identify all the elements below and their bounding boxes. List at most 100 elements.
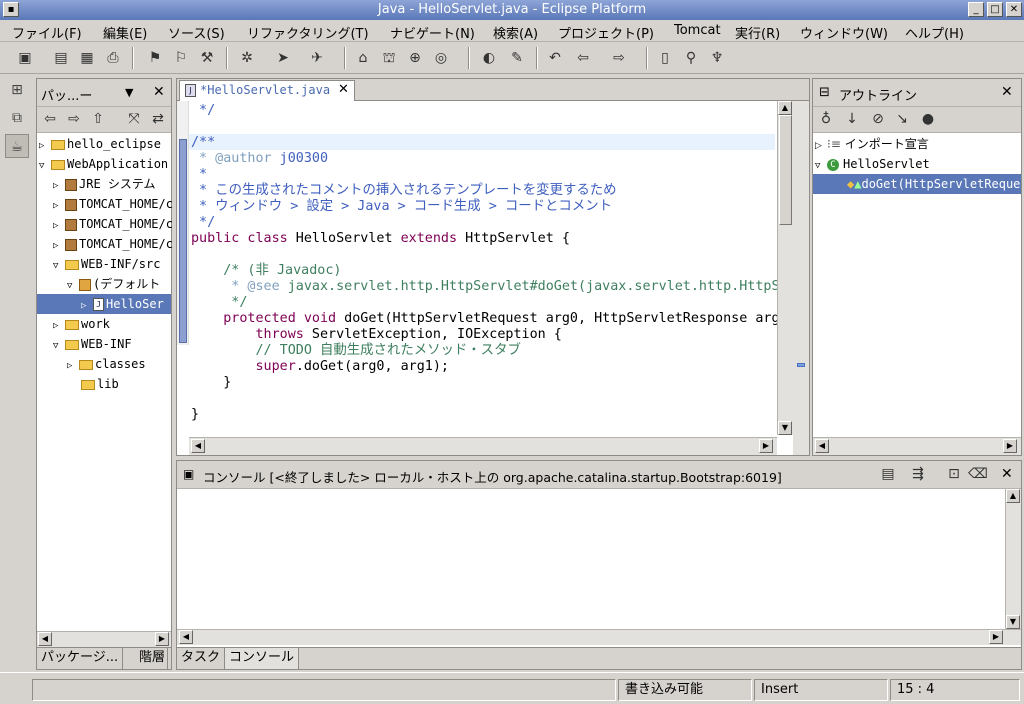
outline-item-imports[interactable]: ▷ ⁝≡ インポート宣言 [815, 134, 929, 154]
scroll-left-icon[interactable]: ◀ [179, 630, 193, 644]
scroll-right-icon[interactable]: ▶ [989, 630, 1003, 644]
resource-perspective-icon[interactable]: ⧉ [5, 106, 29, 130]
package-explorer-hscroll[interactable]: ◀ ▶ [37, 631, 171, 647]
save-all-icon[interactable]: ▦ [76, 48, 98, 68]
code-line[interactable]: */ [191, 295, 247, 311]
scroll-lock-icon[interactable]: ⊡ [943, 464, 965, 484]
display-selected-console-icon[interactable]: ⇶ [907, 464, 929, 484]
back-icon[interactable]: ⇦ [572, 48, 594, 68]
scroll-down-icon[interactable]: ▼ [778, 421, 792, 435]
code-line[interactable]: super.doGet(arg0, arg1); [191, 359, 449, 375]
close-console-icon[interactable]: ✕ [1001, 466, 1013, 482]
scroll-up-icon[interactable]: ▲ [1006, 489, 1020, 503]
code-line[interactable]: */ [191, 215, 215, 231]
scroll-down-icon[interactable]: ▼ [1006, 615, 1020, 629]
tree-item-web-inf-src[interactable]: ▽ WEB-INF/src [53, 254, 160, 274]
console-vscroll[interactable]: ▲ ▼ [1005, 489, 1021, 629]
save-icon[interactable]: ▤ [50, 48, 72, 68]
tree-item-jre[interactable]: ▷ JRE システム [53, 174, 156, 194]
menu-navigate[interactable]: ナビゲート(N) [390, 23, 475, 42]
scroll-right-icon[interactable]: ▶ [759, 439, 773, 453]
sort-alpha-icon[interactable]: ↓ [841, 109, 863, 129]
show-source-icon[interactable]: ▯ [654, 48, 676, 68]
outline-hscroll[interactable]: ◀ ▶ [813, 437, 1021, 455]
menu-refactor[interactable]: リファクタリング(T) [247, 23, 369, 42]
tree-item-classes[interactable]: ▷ classes [67, 354, 146, 374]
forward-nav-icon[interactable]: ⇨ [63, 109, 85, 129]
open-perspective-icon[interactable]: ⊞ [5, 78, 29, 102]
last-edit-icon[interactable]: ↶ [544, 48, 566, 68]
editor-vscroll[interactable]: ▲ ▼ [777, 101, 793, 435]
new-class-dropdown-icon[interactable]: ◎ [430, 48, 452, 68]
view-menu-icon[interactable]: ▼ [125, 86, 133, 99]
hide-static-icon[interactable]: ↘ [891, 109, 913, 129]
menu-source[interactable]: ソース(S) [168, 23, 225, 42]
tab-tasks[interactable]: タスク [177, 648, 226, 669]
forward-icon[interactable]: ⇨ [608, 48, 630, 68]
code-line[interactable]: * この生成されたコメントの挿入されるテンプレートを変更するため [191, 183, 616, 199]
search-icon[interactable]: ✎ [506, 48, 528, 68]
tree-item-work[interactable]: ▷ work [53, 314, 110, 334]
code-line[interactable]: } [191, 375, 231, 391]
outline-item-class[interactable]: ▽ C HelloServlet [815, 154, 930, 174]
scroll-right-icon[interactable]: ▶ [1003, 439, 1017, 453]
tab-hierarchy[interactable]: 階層 [137, 648, 169, 669]
new-class-icon[interactable]: ⊕ [404, 48, 426, 68]
close-view-icon[interactable]: ✕ [153, 84, 165, 100]
close-window-icon[interactable]: ✕ [1006, 2, 1022, 17]
tab-console[interactable]: コンソール [225, 648, 300, 669]
console-hscroll[interactable]: ◀ ▶ [177, 629, 1021, 645]
tree-item-lib[interactable]: lib [81, 374, 119, 394]
menu-run[interactable]: 実行(R) [735, 23, 780, 42]
back-nav-icon[interactable]: ⇦ [39, 109, 61, 129]
up-nav-icon[interactable]: ⇧ [87, 109, 109, 129]
code-line[interactable]: * @see javax.servlet.http.HttpServlet#do… [191, 279, 779, 295]
window-menu-icon[interactable]: ▪ [3, 2, 19, 17]
print-icon[interactable]: ⎙ [102, 48, 124, 68]
tree-item-hello-eclipse[interactable]: ▷ hello_eclipse [39, 134, 161, 154]
close-editor-icon[interactable]: ✕ [338, 82, 349, 97]
outline-item-doget[interactable]: ◆▲doGet(HttpServletReque [813, 174, 1021, 194]
code-line[interactable]: * ウィンドウ > 設定 > Java > コード生成 > コードとコメント [191, 199, 612, 215]
tomcat-stop-icon[interactable]: ⚐ [170, 48, 192, 68]
java-perspective-icon[interactable]: ☕ [5, 134, 29, 158]
tree-item-tomcat-home-2[interactable]: ▷ TOMCAT_HOME/c [53, 214, 173, 234]
code-line[interactable]: /* (非 Javadoc) [191, 263, 341, 279]
editor-vscroll-thumb[interactable] [779, 115, 792, 225]
code-line[interactable]: throws ServletException, IOException { [191, 327, 561, 343]
menu-project[interactable]: プロジェクト(P) [558, 23, 654, 42]
scroll-right-icon[interactable]: ▶ [155, 632, 169, 646]
open-type-icon[interactable]: ◐ [478, 48, 500, 68]
sort-icon[interactable]: ♁ [815, 109, 837, 129]
editor-tab[interactable]: J *HelloServlet.java ✕ [179, 80, 355, 101]
maximize-icon[interactable]: □ [987, 2, 1003, 17]
menu-help[interactable]: ヘルプ(H) [905, 23, 964, 42]
tree-item-web-inf[interactable]: ▽ WEB-INF [53, 334, 132, 354]
tab-package-explorer[interactable]: パッケージ... [37, 648, 124, 669]
run-icon[interactable]: ➤ [272, 48, 294, 68]
new-icon[interactable]: ▣ [14, 48, 36, 68]
code-line[interactable]: /** [191, 135, 215, 151]
tomcat-start-icon[interactable]: ⚑ [144, 48, 166, 68]
scroll-up-icon[interactable]: ▲ [778, 101, 792, 115]
clear-console-icon[interactable]: ▤ [877, 464, 899, 484]
code-line[interactable]: */ [191, 103, 215, 119]
code-line[interactable]: * [191, 167, 207, 183]
scroll-left-icon[interactable]: ◀ [815, 439, 829, 453]
menu-file[interactable]: ファイル(F) [12, 23, 82, 42]
tree-item-webapplication[interactable]: ▽ WebApplication [39, 154, 168, 174]
menu-edit[interactable]: 編集(E) [103, 23, 147, 42]
scroll-left-icon[interactable]: ◀ [38, 632, 52, 646]
debug-icon[interactable]: ✲ [236, 48, 258, 68]
tree-item-helloservlet[interactable]: ▷ J HelloSer [37, 294, 171, 314]
code-line[interactable]: } [191, 407, 199, 423]
menu-window[interactable]: ウィンドウ(W) [800, 23, 888, 42]
tree-item-default-package[interactable]: ▽ (デフォルト [67, 274, 160, 294]
new-project-icon[interactable]: ⌂ [352, 48, 374, 68]
scroll-left-icon[interactable]: ◀ [191, 439, 205, 453]
new-package-icon[interactable]: ⛫ [378, 48, 400, 68]
hide-fields-icon[interactable]: ⊘ [867, 109, 889, 129]
link-editor-icon[interactable]: ⇄ [147, 109, 169, 129]
code-line[interactable]: protected void doGet(HttpServletRequest … [191, 311, 779, 327]
overview-marker[interactable] [797, 363, 805, 367]
